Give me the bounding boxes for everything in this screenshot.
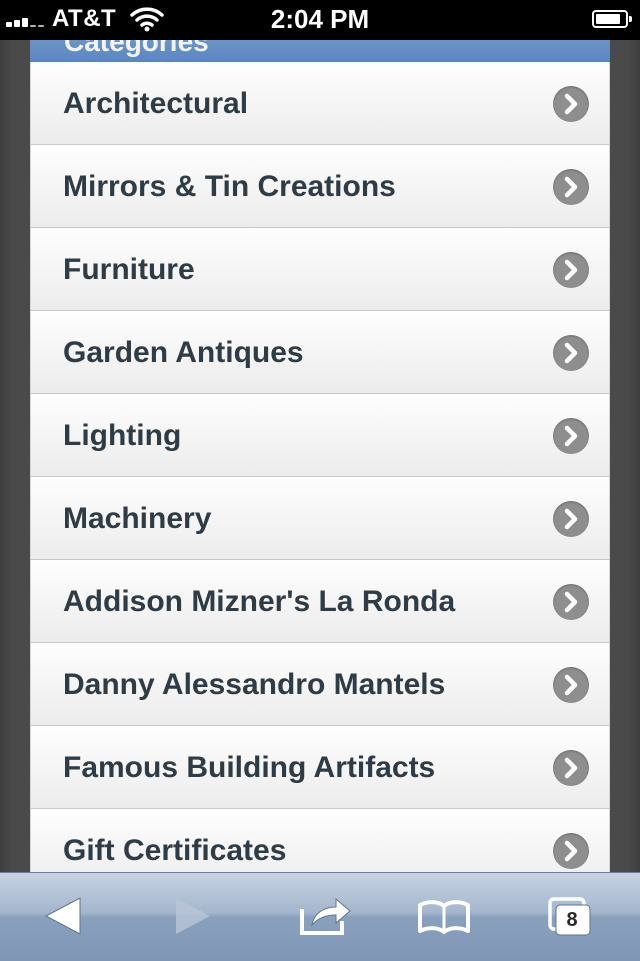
category-item-famous-building-artifacts[interactable]: Famous Building Artifacts xyxy=(30,726,610,809)
chevron-right-icon xyxy=(553,667,589,703)
chevron-right-icon xyxy=(553,584,589,620)
category-label: Architectural xyxy=(63,87,249,120)
chevron-right-icon xyxy=(553,86,589,122)
category-label: Gift Certificates xyxy=(63,834,287,867)
battery-icon xyxy=(592,10,632,28)
category-label: Addison Mizner's La Ronda xyxy=(63,585,456,618)
section-header: Categories xyxy=(30,40,610,63)
chevron-right-icon xyxy=(553,335,589,371)
back-button[interactable] xyxy=(24,873,104,961)
browser-toolbar xyxy=(0,872,640,961)
forward-button[interactable] xyxy=(152,873,232,961)
category-label: Machinery xyxy=(63,502,212,535)
category-label: Danny Alessandro Mantels xyxy=(63,668,446,701)
category-item-furniture[interactable]: Furniture xyxy=(30,228,610,311)
category-label: Lighting xyxy=(63,419,182,452)
category-item-garden-antiques[interactable]: Garden Antiques xyxy=(30,311,610,394)
chevron-right-icon xyxy=(553,418,589,454)
clock: 2:04 PM xyxy=(270,4,370,34)
back-icon xyxy=(44,897,81,935)
share-button[interactable] xyxy=(284,873,364,961)
chevron-right-icon xyxy=(553,501,589,537)
category-item-mirrors-tin-creations[interactable]: Mirrors & Tin Creations xyxy=(30,145,610,228)
section-header-label: Categories xyxy=(64,40,209,57)
forward-icon xyxy=(176,898,210,934)
category-label: Famous Building Artifacts xyxy=(63,751,436,784)
category-item-architectural[interactable]: Architectural xyxy=(30,62,610,145)
chevron-right-icon xyxy=(553,750,589,786)
category-label: Garden Antiques xyxy=(63,336,304,369)
category-label: Mirrors & Tin Creations xyxy=(63,170,396,203)
bookmarks-button[interactable] xyxy=(404,873,484,961)
battery-level xyxy=(596,14,620,24)
category-label: Furniture xyxy=(63,253,195,286)
chevron-right-icon xyxy=(553,169,589,205)
category-item-lighting[interactable]: Lighting xyxy=(30,394,610,477)
category-item-danny-alessandro-mantels[interactable]: Danny Alessandro Mantels xyxy=(30,643,610,726)
category-item-addison-mizner-la-ronda[interactable]: Addison Mizner's La Ronda xyxy=(30,560,610,643)
bookmarks-icon xyxy=(418,900,470,934)
category-item-gift-certificates[interactable]: Gift Certificates xyxy=(30,809,610,872)
chevron-right-icon xyxy=(553,833,589,869)
share-icon xyxy=(300,897,351,935)
web-page[interactable]: Categories Architectural Mirrors & Tin C… xyxy=(0,40,640,872)
tab-count-badge: 8 xyxy=(566,909,578,931)
status-bar: AT&T 2:04 PM xyxy=(0,0,640,40)
category-list: Architectural Mirrors & Tin Creations Fu… xyxy=(30,62,610,872)
chevron-right-icon xyxy=(553,252,589,288)
category-item-machinery[interactable]: Machinery xyxy=(30,477,610,560)
